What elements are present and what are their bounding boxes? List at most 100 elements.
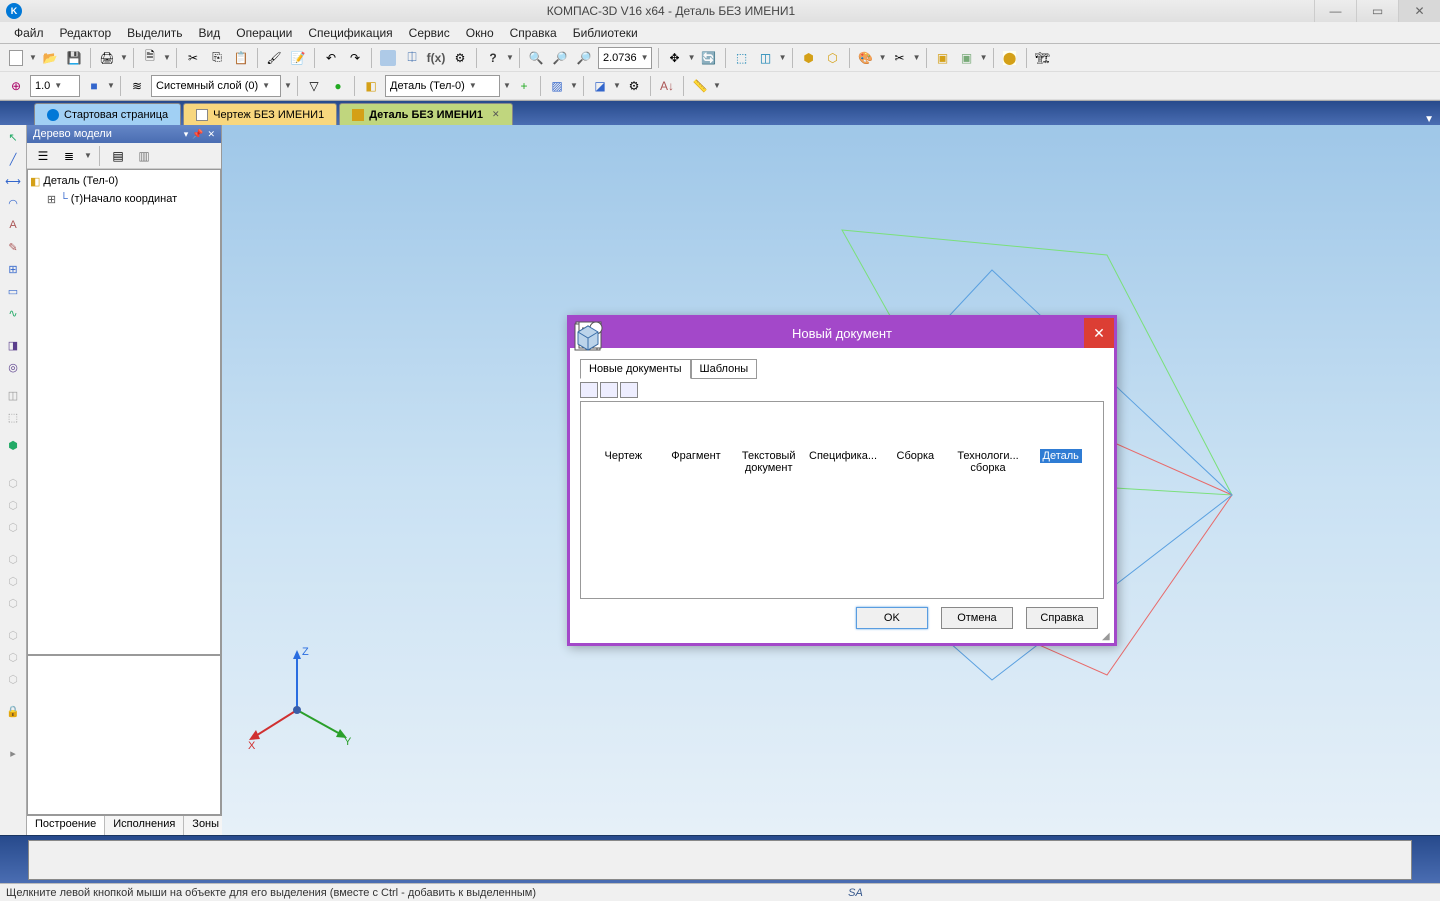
surface-tool-icon[interactable]: ◫ xyxy=(2,385,24,405)
bottom-dock-inner[interactable] xyxy=(28,840,1412,880)
extrude-tool-icon[interactable]: ◨ xyxy=(2,335,24,355)
tree-mode1-icon[interactable]: ☰ xyxy=(32,145,54,167)
edit-tool-icon[interactable]: ✎ xyxy=(2,237,24,257)
dialog-tab-new[interactable]: Новые документы xyxy=(580,359,691,379)
ok-button[interactable]: OK xyxy=(856,607,928,629)
new-doc-dropdown[interactable]: ▼ xyxy=(28,47,38,69)
doc-type-чертеж[interactable]: Чертеж xyxy=(589,410,658,590)
panel-close-icon[interactable]: ✕ xyxy=(207,129,215,140)
save-button[interactable]: 💾 xyxy=(63,47,85,69)
revolve-tool-icon[interactable]: ◎ xyxy=(2,357,24,377)
arc-tool-icon[interactable]: ◠ xyxy=(2,193,24,213)
box2-icon[interactable]: ▣ xyxy=(956,47,978,69)
help-button[interactable]: ? xyxy=(482,47,504,69)
model-tree[interactable]: ◧ Деталь (Тел-0) ⊞ └ (т)Начало координат xyxy=(27,169,221,655)
hatching-icon[interactable]: ▨ xyxy=(546,75,568,97)
help-button[interactable]: Справка xyxy=(1026,607,1098,629)
tree-mode3-icon[interactable]: ▤ xyxy=(107,145,129,167)
t5-icon[interactable]: ⬡ xyxy=(2,571,24,591)
close-button[interactable]: ✕ xyxy=(1398,0,1440,22)
part-combo[interactable]: Деталь (Тел-0)▼ xyxy=(385,75,500,97)
tab-part[interactable]: Деталь БЕЗ ИМЕНИ1 ✕ xyxy=(339,103,512,125)
gear-icon[interactable]: ⚙ xyxy=(623,75,645,97)
preview-button[interactable]: 🗎 xyxy=(139,47,161,69)
t6-icon[interactable]: ⬡ xyxy=(2,593,24,613)
plus-icon[interactable]: + xyxy=(513,75,535,97)
tree-mode2-icon[interactable]: ≣ xyxy=(58,145,80,167)
section-icon[interactable]: ✂ xyxy=(889,47,911,69)
variable-icon[interactable]: ⎅ xyxy=(401,47,423,69)
panel-pin-icon[interactable]: ▾ xyxy=(184,129,189,140)
doc-type-деталь[interactable]: Деталь xyxy=(1026,410,1095,590)
orientation-icon[interactable]: ◫ xyxy=(755,47,777,69)
menu-edit[interactable]: Редактор xyxy=(52,23,120,43)
doc-type-сборка[interactable]: Сборка xyxy=(881,410,950,590)
tab-close-icon[interactable]: ✕ xyxy=(492,109,500,120)
dialog-titlebar[interactable]: Новый документ ✕ xyxy=(570,318,1114,348)
print-dropdown[interactable]: ▼ xyxy=(119,47,129,69)
lib-tool-icon[interactable]: ⬢ xyxy=(2,435,24,455)
body-icon[interactable]: ◧ xyxy=(360,75,382,97)
print-button[interactable]: 🖨 xyxy=(96,47,118,69)
expand-tabs-icon[interactable]: ▼ xyxy=(1418,114,1440,125)
t1-icon[interactable]: ⬡ xyxy=(2,473,24,493)
t3-icon[interactable]: ⬡ xyxy=(2,517,24,537)
panel-tab-versions[interactable]: Исполнения xyxy=(105,816,184,835)
rotate-icon[interactable]: 🔄 xyxy=(698,47,720,69)
menu-help[interactable]: Справка xyxy=(502,23,565,43)
filter-icon[interactable]: ▽ xyxy=(303,75,325,97)
cursor-tool-icon[interactable]: ↖ xyxy=(2,127,24,147)
orientation-triad[interactable]: Z Y X xyxy=(242,645,362,765)
appearance-icon[interactable]: 🎨 xyxy=(855,47,877,69)
menu-select[interactable]: Выделить xyxy=(119,23,190,43)
maximize-button[interactable]: ▭ xyxy=(1356,0,1398,22)
snap-icon[interactable]: ⊕ xyxy=(5,75,27,97)
doc-type-специфика...[interactable]: Специфика... xyxy=(807,410,877,590)
constraint-tool-icon[interactable]: ⊞ xyxy=(2,259,24,279)
doc-type-текстовый[interactable]: Текстовыйдокумент xyxy=(734,410,803,590)
copy-button[interactable]: ⎘ xyxy=(206,47,228,69)
render-icon[interactable]: ⬤ xyxy=(999,47,1021,69)
new-doc-button[interactable] xyxy=(5,47,27,69)
format-painter-button[interactable]: 🖌 xyxy=(263,47,285,69)
menu-operations[interactable]: Операции xyxy=(228,23,300,43)
layer-combo[interactable]: Системный слой (0)▼ xyxy=(151,75,281,97)
minimize-button[interactable]: — xyxy=(1314,0,1356,22)
menu-service[interactable]: Сервис xyxy=(401,23,458,43)
t8-icon[interactable]: ⬡ xyxy=(2,647,24,667)
material-icon[interactable]: ◪ xyxy=(589,75,611,97)
layers-icon[interactable]: ≋ xyxy=(126,75,148,97)
tab-start-page[interactable]: Стартовая страница xyxy=(34,103,181,125)
menu-libraries[interactable]: Библиотеки xyxy=(565,23,646,43)
text-tool-icon[interactable]: A xyxy=(2,215,24,235)
panel-tab-construction[interactable]: Построение xyxy=(27,816,105,835)
cancel-button[interactable]: Отмена xyxy=(941,607,1013,629)
spline-tool-icon[interactable]: ∿ xyxy=(2,303,24,323)
cut-button[interactable]: ✂ xyxy=(182,47,204,69)
t7-icon[interactable]: ⬡ xyxy=(2,625,24,645)
tree-mode4-icon[interactable]: ▥ xyxy=(133,145,155,167)
view-list-button[interactable] xyxy=(620,382,638,398)
box-icon[interactable]: ▣ xyxy=(932,47,954,69)
undo-button[interactable]: ↶ xyxy=(320,47,342,69)
expander-icon[interactable]: ⊞ xyxy=(46,193,57,206)
dim-tool-icon[interactable]: ⟷ xyxy=(2,171,24,191)
menu-view[interactable]: Вид xyxy=(191,23,229,43)
color-icon[interactable]: ■ xyxy=(83,75,105,97)
library-icon[interactable]: ⚙ xyxy=(449,47,471,69)
zoom-window-icon[interactable]: 🔍 xyxy=(525,47,547,69)
lock-icon[interactable]: 🔒 xyxy=(2,701,24,721)
t9-icon[interactable]: ⬡ xyxy=(2,669,24,689)
dialog-resize-grip[interactable]: ◢ xyxy=(1102,631,1112,641)
doc-type-технологи...[interactable]: Технологи...сборка xyxy=(954,410,1023,590)
pan-icon[interactable]: ✥ xyxy=(664,47,686,69)
view-cube-icon[interactable]: ⬚ xyxy=(731,47,753,69)
tree-root[interactable]: ◧ Деталь (Тел-0) xyxy=(30,172,218,190)
redo-button[interactable]: ↷ xyxy=(344,47,366,69)
fx-button[interactable]: f(x) xyxy=(425,47,447,69)
zoom-out-icon[interactable]: 🔎 xyxy=(573,47,595,69)
zoom-value-input[interactable]: 2.0736▼ xyxy=(598,47,652,69)
rebuild-icon[interactable]: 🏗 xyxy=(1032,47,1054,69)
dialog-tab-templates[interactable]: Шаблоны xyxy=(691,359,758,379)
sheet-tool-icon[interactable]: ⬚ xyxy=(2,407,24,427)
